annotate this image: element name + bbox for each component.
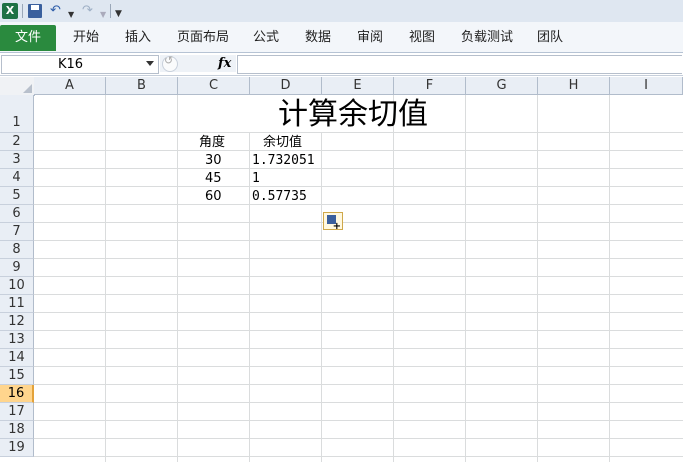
sheet-title[interactable]: 计算余切值	[278, 97, 428, 133]
paste-options-icon[interactable]	[323, 212, 343, 232]
row-header-13[interactable]: 13	[0, 331, 34, 349]
column-header-e[interactable]: E	[322, 77, 394, 95]
ribbon-tabs: 文件 开始 插入 页面布局 公式 数据 审阅 视图 负载测试 团队	[0, 22, 683, 53]
gridline	[34, 240, 683, 241]
redo-icon[interactable]: ↷	[82, 2, 93, 20]
cell-c2[interactable]: 角度	[199, 134, 225, 152]
toolbar-separator	[22, 4, 23, 18]
row-header-2[interactable]: 2	[0, 133, 34, 151]
row-header-4[interactable]: 4	[0, 169, 34, 187]
row-header-3[interactable]: 3	[0, 151, 34, 169]
column-header-f[interactable]: F	[394, 77, 466, 95]
tab-review[interactable]: 审阅	[357, 25, 383, 51]
excel-icon[interactable]: X	[2, 3, 18, 19]
cell-d2[interactable]: 余切值	[263, 134, 302, 152]
gridline	[34, 456, 683, 457]
column-header-b[interactable]: B	[106, 77, 178, 95]
tab-home[interactable]: 开始	[73, 25, 99, 51]
tab-insert[interactable]: 插入	[125, 25, 151, 51]
row-header-9[interactable]: 9	[0, 259, 34, 277]
column-header-d[interactable]: D	[250, 77, 322, 95]
tab-team[interactable]: 团队	[537, 25, 563, 51]
row-header-16[interactable]: 16	[0, 385, 34, 403]
formula-input[interactable]	[237, 55, 682, 74]
tab-file[interactable]: 文件	[0, 25, 56, 51]
row-header-15[interactable]: 15	[0, 367, 34, 385]
row-header-8[interactable]: 8	[0, 241, 34, 259]
quick-access-toolbar: X ↶ ▼ ↷ ▼ ▼	[0, 0, 683, 22]
tab-load-test[interactable]: 负载测试	[461, 25, 513, 51]
gridline	[34, 438, 683, 439]
gridline	[34, 402, 683, 403]
name-box-value: K16	[58, 57, 84, 72]
cancel-icon	[162, 54, 178, 72]
column-header-a[interactable]: A	[34, 77, 106, 95]
cell-d3[interactable]: 1.732051	[252, 152, 315, 170]
gridline	[34, 384, 683, 385]
row-header-1[interactable]: 1	[0, 95, 34, 133]
tab-page-layout[interactable]: 页面布局	[177, 25, 229, 51]
formula-controls: fx	[160, 54, 236, 72]
gridline	[34, 258, 683, 259]
gridline	[34, 204, 683, 205]
row-header-12[interactable]: 12	[0, 313, 34, 331]
gridline	[34, 348, 683, 349]
tab-view[interactable]: 视图	[409, 25, 435, 51]
row-header-17[interactable]: 17	[0, 403, 34, 421]
gridline	[321, 133, 322, 462]
gridline	[34, 186, 683, 187]
gridline	[34, 366, 683, 367]
gridline	[34, 276, 683, 277]
formula-bar: K16 fx	[0, 53, 683, 76]
customize-qat-icon[interactable]: ▼	[115, 5, 122, 23]
save-icon[interactable]	[28, 4, 42, 18]
gridline	[34, 222, 683, 223]
row-header-5[interactable]: 5	[0, 187, 34, 205]
column-header-h[interactable]: H	[538, 77, 610, 95]
tab-formulas[interactable]: 公式	[253, 25, 279, 51]
column-header-i[interactable]: I	[610, 77, 683, 95]
gridline	[34, 294, 683, 295]
gridline	[34, 330, 683, 331]
cell-d5[interactable]: 0.57735	[252, 188, 307, 206]
cell-c4[interactable]: 45	[205, 170, 222, 188]
chevron-down-icon[interactable]	[146, 61, 154, 66]
cell-c3[interactable]: 30	[205, 152, 222, 170]
column-header-c[interactable]: C	[178, 77, 250, 95]
gridline	[249, 133, 250, 462]
name-box[interactable]: K16	[1, 55, 159, 74]
cell-c5[interactable]: 60	[205, 188, 222, 206]
gridline	[34, 312, 683, 313]
toolbar-separator	[110, 4, 111, 18]
undo-icon[interactable]: ↶	[50, 2, 61, 20]
row-header-18[interactable]: 18	[0, 421, 34, 439]
row-header-7[interactable]: 7	[0, 223, 34, 241]
cell-d4[interactable]: 1	[252, 170, 260, 188]
row-header-6[interactable]: 6	[0, 205, 34, 223]
insert-function-button[interactable]: fx	[218, 55, 231, 72]
gridline	[34, 168, 683, 169]
select-all-button[interactable]	[0, 77, 35, 96]
column-header-g[interactable]: G	[466, 77, 538, 95]
row-header-11[interactable]: 11	[0, 295, 34, 313]
gridline	[34, 150, 683, 151]
row-header-14[interactable]: 14	[0, 349, 34, 367]
row-header-10[interactable]: 10	[0, 277, 34, 295]
tab-data[interactable]: 数据	[305, 25, 331, 51]
row-header-19[interactable]: 19	[0, 439, 34, 457]
gridline	[34, 420, 683, 421]
